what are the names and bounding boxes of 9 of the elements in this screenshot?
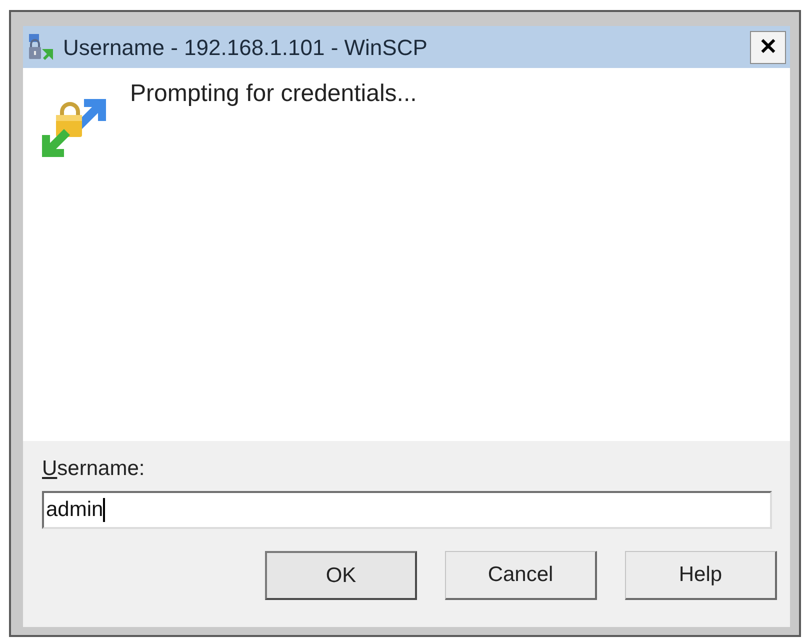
username-label: Username: (42, 457, 145, 480)
dialog-button[interactable]: Cancel (445, 551, 597, 600)
close-button[interactable]: ✕ (750, 30, 786, 64)
status-message: Prompting for credentials... (130, 80, 417, 108)
dialog-button[interactable]: Help (625, 551, 777, 600)
lock-arrows-icon (27, 33, 55, 61)
dialog-button[interactable]: OK (265, 551, 417, 600)
window-title: Username - 192.168.1.101 - WinSCP (63, 34, 428, 62)
username-field[interactable]: admin (42, 491, 772, 529)
